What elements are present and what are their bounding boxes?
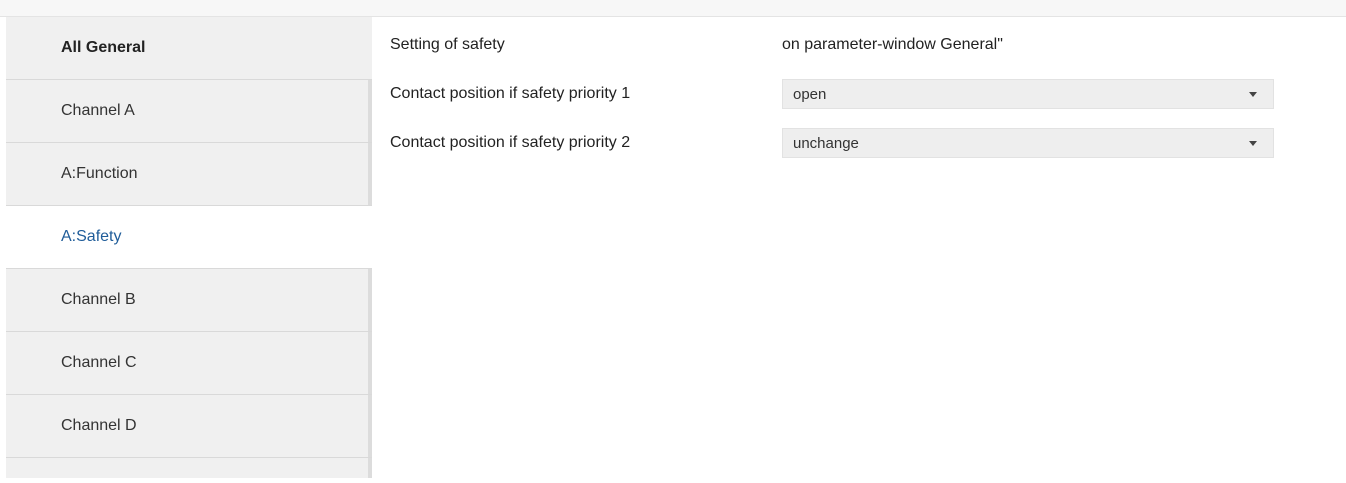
- parameter-window: All General Channel A A:Function A:Safet…: [0, 0, 1346, 483]
- sidebar-item-all-general[interactable]: All General: [6, 17, 372, 80]
- sidebar-item-partial[interactable]: [6, 458, 372, 478]
- contact-position-priority-2-select[interactable]: unchange: [782, 128, 1274, 158]
- param-label: Contact position if safety priority 1: [390, 85, 631, 102]
- param-row-priority-1: Contact position if safety priority 1 op…: [390, 79, 1274, 109]
- sidebar-item-label: Channel B: [61, 291, 136, 308]
- sidebar-item-a-function[interactable]: A:Function: [6, 143, 372, 206]
- sidebar-item-channel-c[interactable]: Channel C: [6, 332, 372, 395]
- sidebar-item-label: Channel C: [61, 354, 137, 371]
- sidebar-item-label: All General: [61, 39, 146, 56]
- sidebar-item-label: Channel D: [61, 417, 137, 434]
- sidebar: All General Channel A A:Function A:Safet…: [6, 17, 372, 483]
- contact-position-priority-1-select[interactable]: open: [782, 79, 1274, 109]
- sidebar-item-label: Channel A: [61, 102, 135, 119]
- sidebar-item-channel-b[interactable]: Channel B: [6, 269, 372, 332]
- param-row-priority-2: Contact position if safety priority 2 un…: [390, 128, 1274, 158]
- param-label: Contact position if safety priority 2: [390, 134, 631, 151]
- select-value: open: [793, 85, 827, 103]
- parameter-panel: Setting of safety on parameter-window Ge…: [372, 17, 1346, 483]
- chevron-down-icon: [1249, 141, 1257, 146]
- select-value: unchange: [793, 134, 859, 152]
- setting-row: Setting of safety on parameter-window Ge…: [390, 30, 1003, 60]
- sidebar-item-a-safety[interactable]: A:Safety: [6, 206, 372, 269]
- sidebar-item-channel-d[interactable]: Channel D: [6, 395, 372, 458]
- sidebar-item-label: A:Safety: [61, 228, 122, 245]
- sidebar-item-label: A:Function: [61, 165, 138, 182]
- top-strip: [0, 0, 1346, 17]
- setting-label: Setting of safety: [390, 36, 505, 53]
- setting-value: on parameter-window General": [782, 36, 1003, 53]
- sidebar-item-channel-a[interactable]: Channel A: [6, 80, 372, 143]
- chevron-down-icon: [1249, 92, 1257, 97]
